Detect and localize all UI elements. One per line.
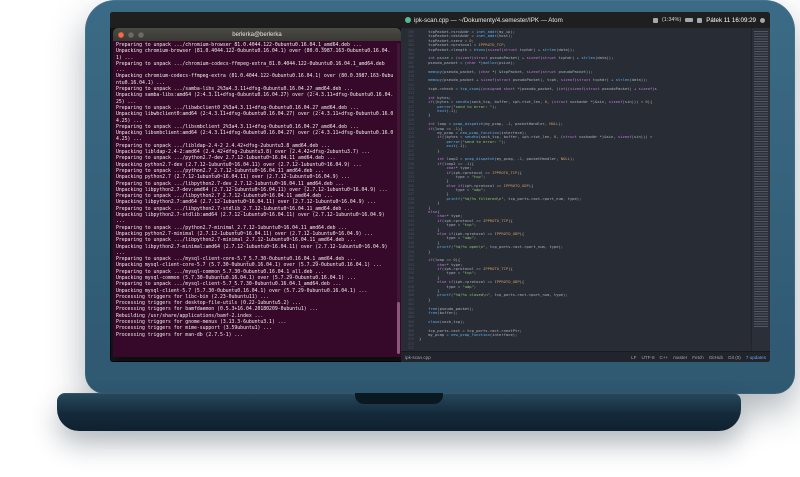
status-right: LF UTF-8 C++ master Fetch GitHub Git (0)	[631, 355, 741, 360]
terminal-line: Unpacking libpython2.7:amd64 (2.7.12-1ub…	[116, 200, 376, 206]
window-title-text: ipk-scan.cpp — ~/Dokumenty/4.semester/IP…	[414, 16, 563, 24]
status-item[interactable]: master	[673, 355, 687, 360]
editor-gutter: 300 301 302 303 304 305 306 307 308 309 310 311 312 3…	[401, 28, 417, 351]
terminal-window: berlerka@berlerka Preparing to unpack ..…	[113, 28, 401, 357]
terminal-line: Unpacking samba-libs:amd64 (2:4.3.11+dfs…	[116, 93, 394, 105]
status-item[interactable]: Fetch	[692, 355, 704, 360]
terminal-titlebar[interactable]: berlerka@berlerka	[113, 28, 401, 42]
line-number: 372	[408, 346, 414, 351]
terminal-line: Unpacking chromium-codecs-ffmpeg-extra (…	[116, 74, 394, 86]
close-button[interactable]	[118, 31, 124, 38]
active-window-title: ipk-scan.cpp — ~/Dokumenty/4.semester/IP…	[405, 12, 563, 28]
power-icon[interactable]	[760, 17, 765, 23]
laptop-notch	[355, 393, 443, 404]
terminal-line: Unpacking libwbclient0:amd64 (2:4.3.11+d…	[116, 112, 394, 124]
top-panel: ipk-scan.cpp — ~/Dokumenty/4.semester/IP…	[110, 12, 770, 29]
code-line[interactable]	[419, 346, 751, 350]
terminal-line: Preparing to unpack .../chromium-codecs-…	[116, 61, 388, 74]
updates-badge[interactable]: 7 updates	[746, 355, 766, 360]
status-item[interactable]: LF	[631, 355, 636, 360]
status-item[interactable]: C++	[660, 355, 669, 360]
status-item[interactable]: GitHub	[709, 355, 723, 360]
maximize-button[interactable]	[138, 31, 144, 38]
terminal-line: Unpacking libpython2.7-minimal:amd64 (2.…	[116, 244, 391, 256]
minimap[interactable]	[751, 28, 770, 351]
minimize-button[interactable]	[128, 31, 134, 38]
panel-indicators: (1:34%) Pátek 11 16:09:29	[652, 12, 765, 28]
terminal-line: Unpacking libsmbclient:amd64 (2:4.3.11+d…	[116, 131, 394, 143]
atom-editor-window: 300 301 302 303 304 305 306 307 308 309 310 311 312 3…	[401, 28, 770, 362]
laptop-bezel: ipk-scan.cpp — ~/Dokumenty/4.semester/IP…	[85, 0, 795, 394]
terminal-line: Preparing to unpack .../libpython2.7-min…	[116, 238, 356, 244]
terminal-output[interactable]: Preparing to unpack .../chromium-browser…	[113, 41, 401, 357]
laptop-mockup: ipk-scan.cpp — ~/Dokumenty/4.semester/IP…	[0, 0, 800, 477]
status-file-name[interactable]: ipk-scan.cpp	[405, 355, 431, 360]
terminal-scrollbar-thumb[interactable]	[397, 302, 400, 354]
volume-icon[interactable]	[697, 17, 703, 23]
network-indicator-icon[interactable]	[652, 17, 658, 23]
terminal-line: Unpacking mysql-client-5.7 (5.7.30-0ubun…	[116, 288, 368, 294]
atom-icon	[405, 17, 411, 23]
status-bar: ipk-scan.cpp LF UTF-8 C++ master Fetch GitHub…	[401, 351, 770, 362]
battery-status-text[interactable]: (1:34%)	[662, 17, 681, 23]
terminal-line: Unpacking python2.7-dev (2.7.12-1ubuntu0…	[116, 162, 362, 168]
clock[interactable]: Pátek 11 16:09:29	[706, 17, 756, 24]
battery-icon[interactable]	[685, 18, 694, 22]
terminal-scrollbar[interactable]	[397, 43, 400, 354]
laptop-screen: ipk-scan.cpp — ~/Dokumenty/4.semester/IP…	[110, 12, 770, 362]
editor-area[interactable]: 300 301 302 303 304 305 306 307 308 309 310 311 312 3…	[401, 28, 770, 351]
terminal-line: Unpacking chromium-browser (81.0.4044.12…	[116, 49, 391, 61]
laptop-base	[57, 393, 741, 431]
terminal-title: berlerka@berlerka	[232, 31, 282, 38]
terminal-line: Processing triggers for man-db (2.7.5-1)…	[116, 332, 244, 338]
editor-code[interactable]: tcpPacket->srcAddr = inet_addr(my_ip); t…	[417, 28, 751, 351]
terminal-line: Unpacking libpython2.7-stdlib:amd64 (2.7…	[116, 213, 388, 225]
status-item[interactable]: Git (0)	[728, 355, 741, 360]
status-item[interactable]: UTF-8	[641, 355, 654, 360]
terminal-line: Unpacking mysql-client-core-5.7 (5.7.30-…	[116, 263, 382, 269]
